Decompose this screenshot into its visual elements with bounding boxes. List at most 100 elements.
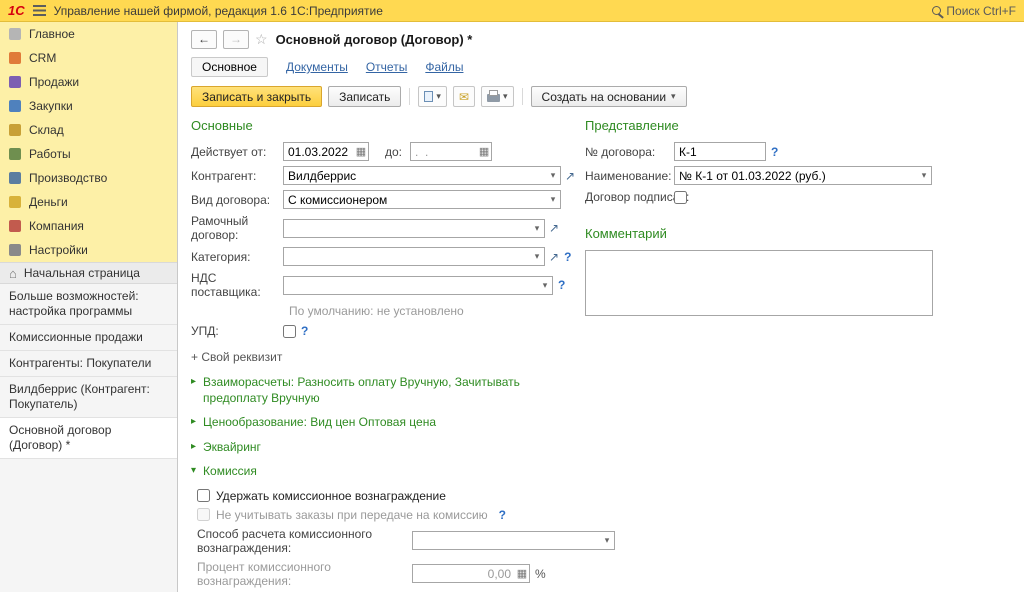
counterparty-input[interactable] [284,167,546,184]
add-custom-attribute-link[interactable]: + Свой реквизит [191,350,282,364]
contract-number-input[interactable] [675,143,765,160]
contract-form: Основные Действует от: ▦ до: ▦ Контраген… [191,118,1012,592]
upd-row: УПД: ? [191,324,1012,338]
sidebar-item-main[interactable]: Главное [0,22,177,46]
sidebar-item-label: Настройки [29,243,88,257]
sidebar-item-money[interactable]: Деньги [0,190,177,214]
chevron-down-icon[interactable]: ▾ [538,280,552,291]
group-settlements-label: Взаиморасчеты: Разносить оплату Вручную,… [203,375,520,405]
contract-kind-input[interactable] [284,191,546,208]
contract-name-input[interactable] [675,167,917,184]
tab-otchety[interactable]: Отчеты [366,60,407,74]
chevron-down-icon[interactable]: ▾ [546,194,560,205]
chevron-down-icon: ▾ [671,91,676,101]
sidebar-item-settings[interactable]: Настройки [0,238,177,262]
vat-input[interactable] [284,276,538,294]
frame-contract-input[interactable] [284,219,530,237]
open-window-item[interactable]: Больше возможностей: настройка программы [0,284,177,325]
category-field[interactable]: ▾ [283,247,545,266]
sidebar-item-sales[interactable]: Продажи [0,70,177,94]
frame-contract-field[interactable]: ▾ [283,218,545,238]
sidebar-item-label: Производство [29,171,108,185]
category-input[interactable] [284,248,530,265]
copy-document-button[interactable]: ▾ [418,86,447,107]
sidebar: Главное CRM Продажи Закупки Склад Работы… [0,22,178,592]
crm-icon [9,52,21,64]
save-button[interactable]: Записать [328,86,402,107]
open-frame-contract-icon[interactable]: ↗ [549,222,559,234]
forward-button[interactable]: → [223,29,249,49]
contract-signed-label: Договор подписан: [585,190,690,204]
counterparty-field[interactable]: ▾ [283,166,561,185]
valid-from-field[interactable]: ▦ [283,142,369,161]
withhold-commission-row: Удержать комиссионное вознаграждение [197,489,1012,503]
sales-icon [9,76,21,88]
vat-help-icon[interactable]: ? [558,278,565,292]
tab-dokumenty[interactable]: Документы [286,60,348,74]
comment-textarea[interactable] [585,250,933,316]
contract-number-help-icon[interactable]: ? [771,145,778,159]
open-window-item[interactable]: Контрагенты: Покупатели [0,351,177,377]
contract-signed-checkbox[interactable] [674,190,687,204]
chevron-down-icon[interactable]: ▾ [546,170,560,181]
upd-help-icon[interactable]: ? [301,324,308,338]
chevron-down-icon[interactable]: ▾ [917,170,931,181]
group-acquiring-toggle[interactable]: ▸ Эквайринг [191,440,1012,456]
search-label: Поиск Ctrl+F [946,3,1016,18]
group-commission-toggle[interactable]: ▾ Комиссия [191,464,1012,480]
back-button[interactable]: ← [191,29,217,49]
category-help-icon[interactable]: ? [564,250,571,264]
expand-icon: ▸ [191,440,197,452]
sidebar-item-crm[interactable]: CRM [0,46,177,70]
sidebar-item-company[interactable]: Компания [0,214,177,238]
print-button[interactable]: ▾ [481,86,514,107]
sidebar-item-production[interactable]: Производство [0,166,177,190]
valid-to-input[interactable] [411,143,478,160]
withhold-commission-checkbox[interactable] [197,489,210,503]
valid-from-input[interactable] [284,143,354,160]
sidebar-item-purchases[interactable]: Закупки [0,94,177,118]
group-pricing-toggle[interactable]: ▸ Ценообразование: Вид цен Оптовая цена [191,415,1012,431]
open-category-icon[interactable]: ↗ [549,251,559,263]
open-window-item[interactable]: Вилдберрис (Контрагент: Покупатель) [0,377,177,418]
contract-kind-field[interactable]: ▾ [283,190,561,209]
document-header: ← → ☆ Основной договор (Договор) * [191,28,1012,50]
contract-number-field[interactable] [674,142,766,161]
global-search[interactable]: Поиск Ctrl+F [932,4,1016,18]
tab-osnovnoe[interactable]: Основное [191,57,268,77]
create-based-label: Создать на основании [541,89,667,104]
company-icon [9,220,21,232]
valid-to-field[interactable]: ▦ [410,142,493,161]
skip-orders-help-icon[interactable]: ? [499,508,506,522]
chevron-down-icon[interactable]: ▾ [600,535,614,546]
presentation-column: Представление № договора: ? Наименование… [585,118,941,319]
vat-field[interactable]: ▾ [283,275,553,295]
commission-method-input[interactable] [413,532,600,550]
works-icon [9,148,21,160]
sidebar-item-warehouse[interactable]: Склад [0,118,177,142]
tab-fayly[interactable]: Файлы [425,60,463,74]
open-window-item[interactable]: Комиссионные продажи [0,325,177,351]
calendar-icon[interactable]: ▦ [354,145,368,158]
commission-method-field[interactable]: ▾ [412,531,615,551]
vat-label: НДС поставщика: [191,271,261,299]
sidebar-item-works[interactable]: Работы [0,142,177,166]
save-close-button[interactable]: Записать и закрыть [191,86,323,107]
send-email-button[interactable]: ✉ [452,86,475,107]
chevron-down-icon[interactable]: ▾ [530,251,544,262]
withhold-commission-label[interactable]: Удержать комиссионное вознаграждение [216,489,446,503]
open-window-item-active[interactable]: Основной договор (Договор) * [0,418,177,459]
commission-body: Удержать комиссионное вознаграждение Не … [197,489,1012,592]
printer-icon [487,90,500,102]
contract-name-field[interactable]: ▾ [674,166,932,185]
group-settlements-toggle[interactable]: ▸ Взаиморасчеты: Разносить оплату Вручну… [191,375,1012,406]
calendar-icon[interactable]: ▦ [477,145,491,158]
sidebar-home[interactable]: ⌂ Начальная страница [0,262,177,284]
create-based-button[interactable]: Создать на основании ▾ [530,86,687,107]
upd-checkbox[interactable] [283,324,296,338]
open-counterparty-icon[interactable]: ↗ [565,170,575,182]
app-title: Управление нашей фирмой, редакция 1.6 1С… [53,3,383,18]
chevron-down-icon[interactable]: ▾ [530,223,544,234]
favorite-star-icon[interactable]: ☆ [255,31,268,48]
main-menu-icon[interactable] [32,5,46,16]
